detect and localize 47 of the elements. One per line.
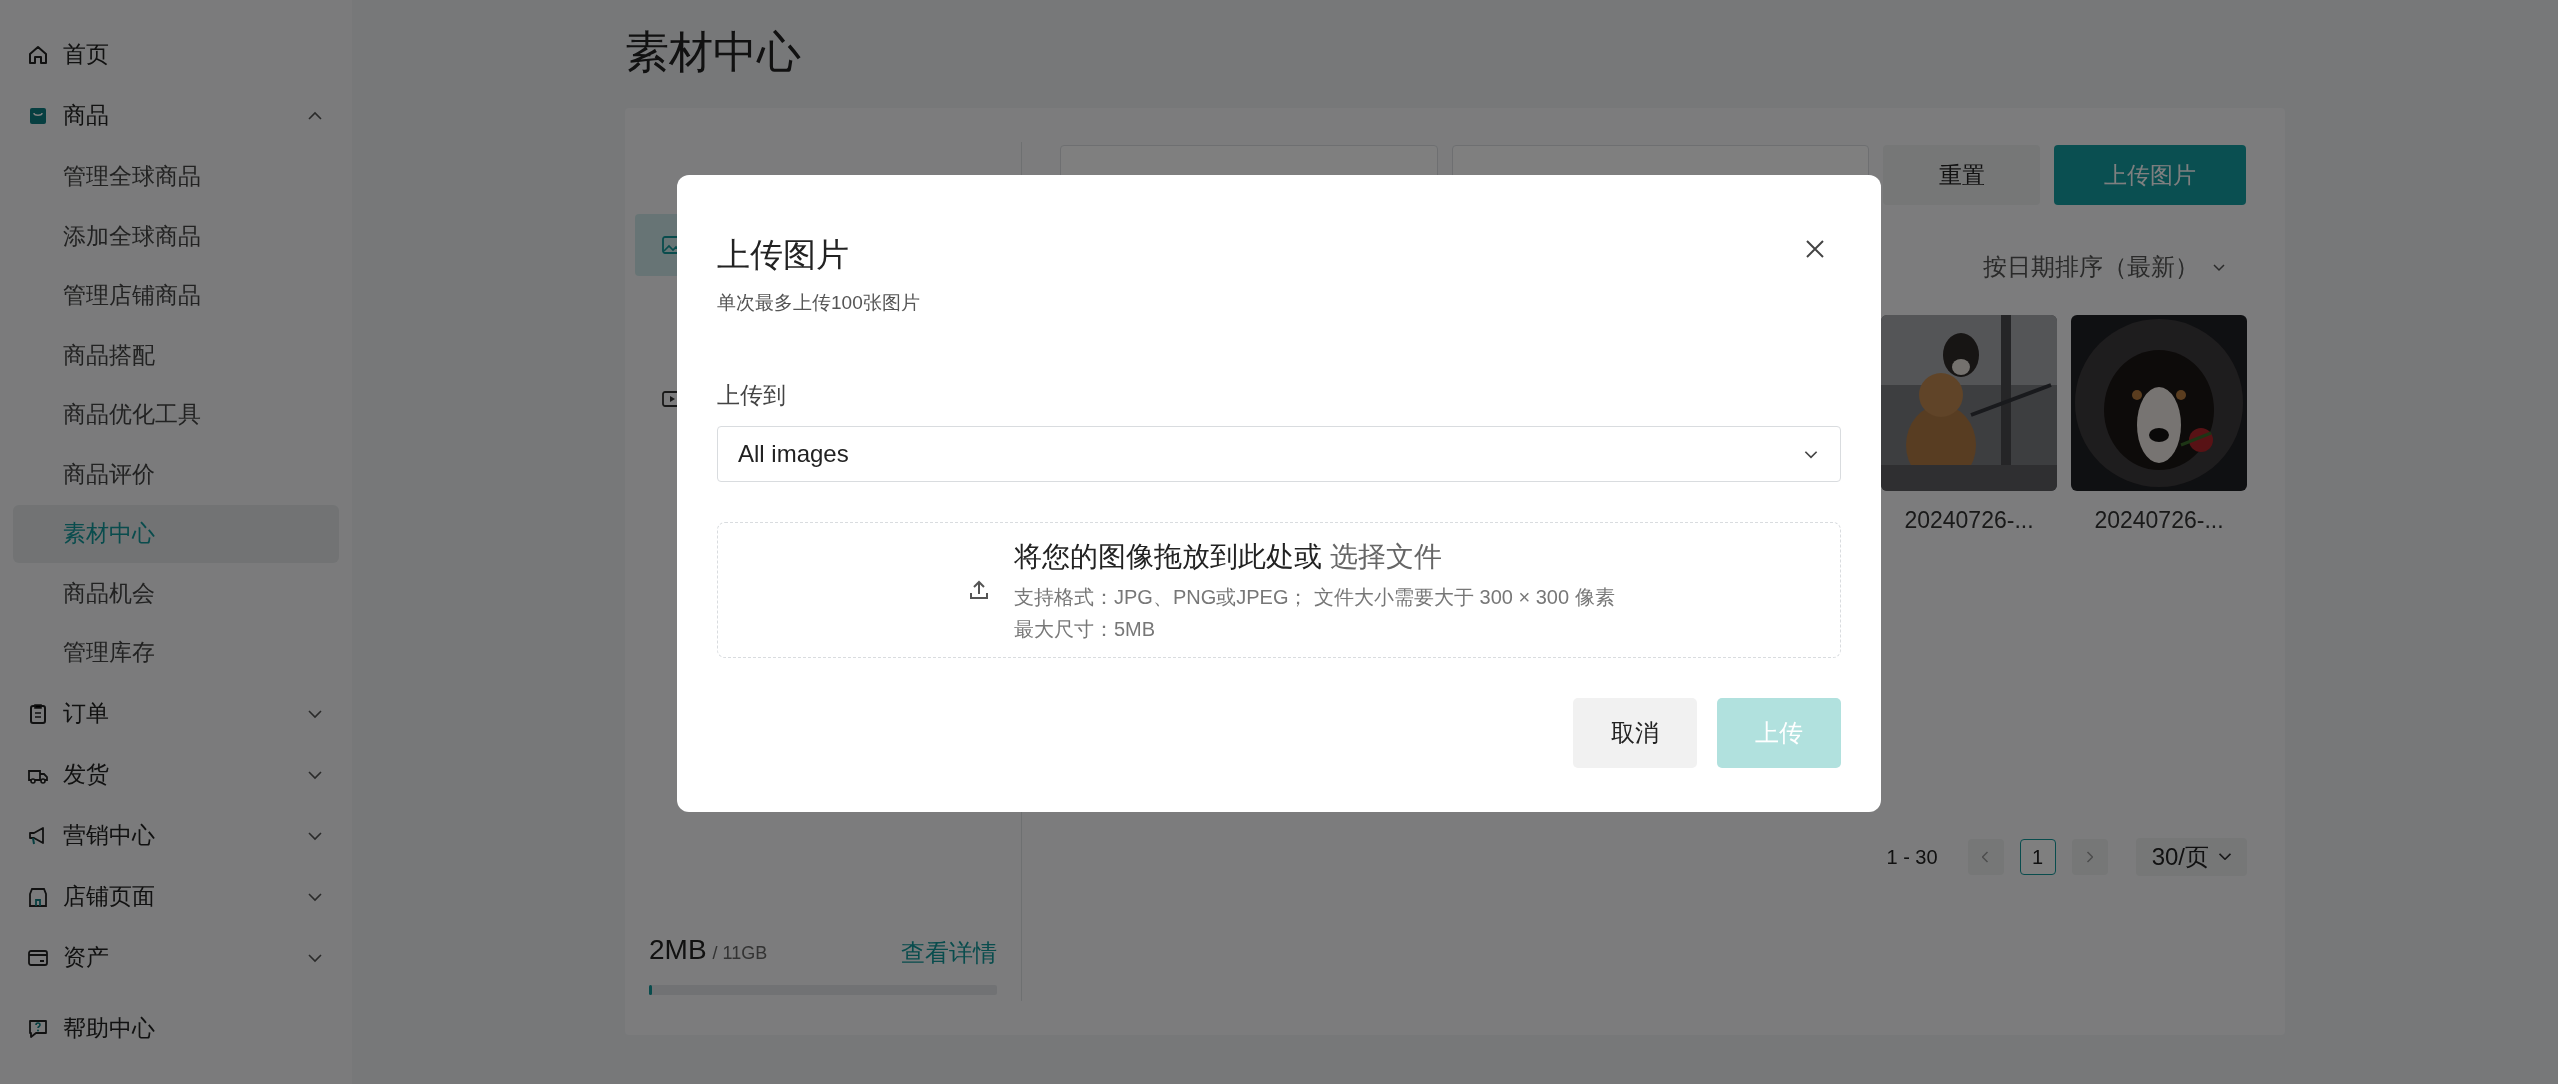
- sidebar-item[interactable]: 店铺页面: [13, 866, 339, 927]
- sidebar-item[interactable]: 首页: [13, 24, 339, 85]
- clipboard-icon: [27, 702, 49, 725]
- page-button[interactable]: 1: [2019, 838, 2056, 875]
- chat-question-icon: [27, 1017, 49, 1040]
- page-title: 素材中心: [625, 26, 802, 78]
- sidebar-subitem[interactable]: 商品机会: [13, 564, 339, 622]
- sort-select[interactable]: 按日期排序（最新）: [1983, 249, 2199, 285]
- folder-select[interactable]: All images: [717, 426, 1841, 482]
- format-hint: 支持格式：JPG、PNG或JPEG； 文件大小需要大于 300 × 300 像素: [1014, 585, 1615, 610]
- sidebar-item[interactable]: 订单: [13, 683, 339, 744]
- dialog-title: 上传图片: [717, 235, 849, 275]
- storage-usage: 2MB / 11GB: [649, 933, 768, 967]
- upload-icon: [968, 579, 990, 601]
- sidebar-subitem[interactable]: 管理全球商品: [13, 147, 339, 206]
- home-icon: [27, 43, 49, 66]
- max-size-hint: 最大尺寸：5MB: [1014, 617, 1157, 642]
- caret-icon: [2219, 853, 2231, 860]
- sidebar-item[interactable]: 营销中心: [13, 805, 339, 866]
- chevron-right-icon: [2086, 850, 2094, 863]
- sidebar-subitem[interactable]: 管理库存: [13, 623, 339, 682]
- cancel-button[interactable]: 取消: [1573, 698, 1697, 768]
- page-size-select[interactable]: 30/页: [2135, 837, 2247, 876]
- image-caption: 20240726-...: [2094, 506, 2224, 535]
- upload-to-label: 上传到: [717, 380, 786, 410]
- page-range: 1 - 30: [1886, 844, 1938, 870]
- upload-images-button[interactable]: 上传图片: [2054, 145, 2246, 205]
- drop-zone[interactable]: 将您的图像拖放到此处或 选择文件 支持格式：JPG、PNG或JPEG； 文件大小需要大于 300 × 300 像素 最大尺寸：5MB: [717, 522, 1841, 658]
- dialog-subtitle: 单次最多上传100张图片: [717, 291, 920, 315]
- sidebar-item[interactable]: 发货: [13, 744, 339, 805]
- sidebar-subitem[interactable]: 管理店铺商品: [13, 266, 339, 325]
- next-page-button[interactable]: [2071, 838, 2108, 875]
- choose-file-link[interactable]: 选择文件: [1330, 536, 1442, 578]
- store-icon: [27, 885, 49, 908]
- previous-page-button[interactable]: [1967, 838, 2004, 875]
- sidebar-subitem[interactable]: 商品评价: [13, 445, 339, 503]
- chevron-left-icon: [1982, 850, 1990, 863]
- sidebar-subitem[interactable]: 商品优化工具: [13, 385, 339, 444]
- sidebar-subitem[interactable]: 商品搭配: [13, 326, 339, 384]
- view-details-link[interactable]: 查看详情: [901, 935, 997, 971]
- sidebar-item[interactable]: 帮助中心: [13, 998, 339, 1059]
- reset-button[interactable]: 重置: [1883, 145, 2040, 205]
- sidebar-subitem[interactable]: 添加全球商品: [13, 207, 339, 265]
- image-caption: 20240726-...: [1904, 506, 2034, 535]
- drop-instruction: 将您的图像拖放到此处或: [1014, 540, 1322, 574]
- sidebar-item[interactable]: 商品: [13, 85, 339, 146]
- sidebar-item[interactable]: 资产: [13, 927, 339, 988]
